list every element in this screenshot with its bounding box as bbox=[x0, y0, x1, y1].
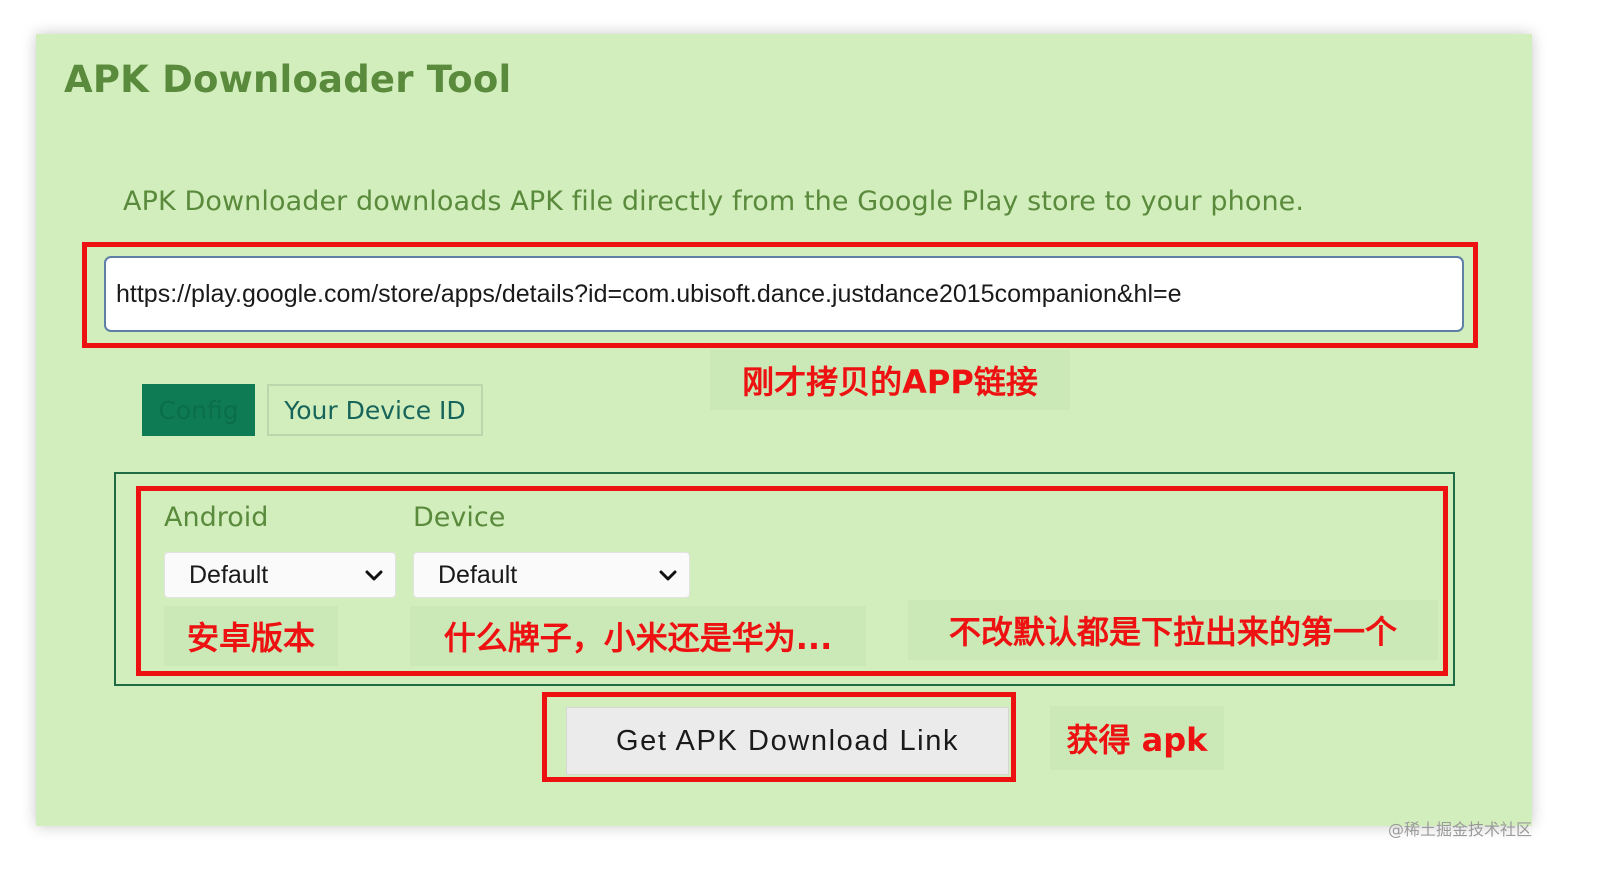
tab-config[interactable]: Config bbox=[142, 384, 255, 436]
url-annotation: 刚才拷贝的APP链接 bbox=[710, 350, 1070, 410]
url-highlight-box bbox=[82, 242, 1478, 348]
android-annotation: 安卓版本 bbox=[164, 606, 338, 666]
watermark: @稀土掘金技术社区 bbox=[1388, 820, 1533, 839]
page-title: APK Downloader Tool bbox=[64, 58, 512, 101]
page-description: APK Downloader downloads APK file direct… bbox=[123, 186, 1305, 217]
button-annotation: 获得 apk bbox=[1050, 706, 1224, 770]
default-annotation: 不改默认都是下拉出来的第一个 bbox=[908, 600, 1438, 660]
device-annotation: 什么牌子，小米还是华为... bbox=[410, 606, 866, 666]
button-highlight-box bbox=[542, 692, 1016, 782]
tab-your-device-id[interactable]: Your Device ID bbox=[267, 384, 483, 436]
